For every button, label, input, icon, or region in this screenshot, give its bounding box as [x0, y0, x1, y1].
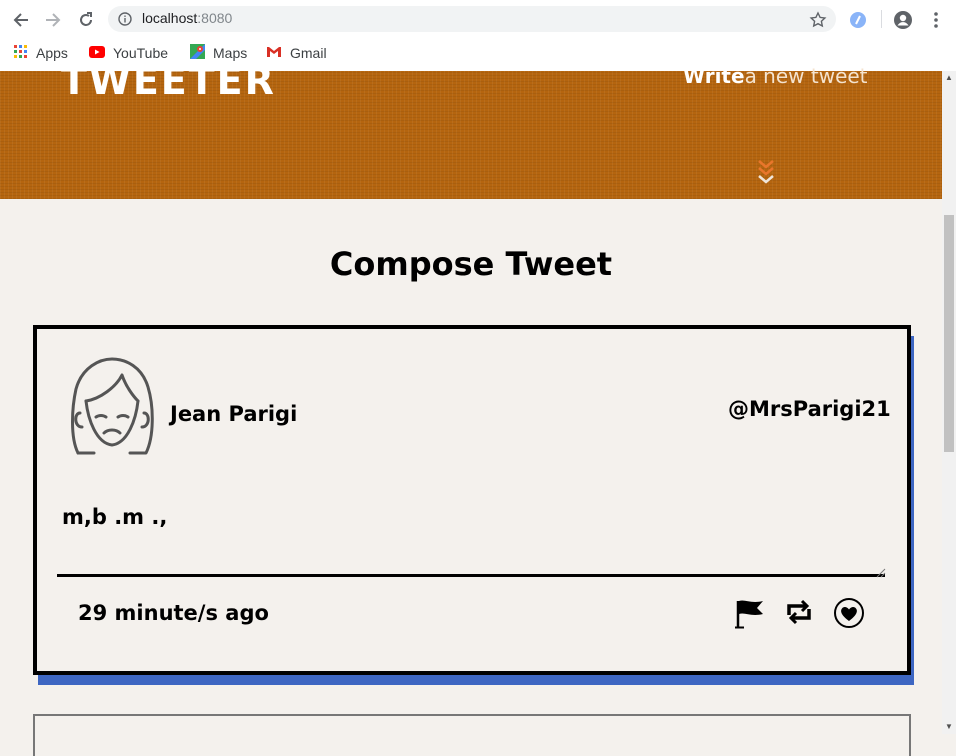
write-label-bold: Write: [683, 64, 745, 88]
bookmark-label: Gmail: [290, 45, 327, 61]
forward-arrow-icon: [46, 13, 61, 27]
toolbar-divider: [881, 10, 882, 28]
kebab-menu-icon: [934, 12, 938, 28]
double-chevron-down-icon[interactable]: [757, 159, 775, 190]
apps-grid-icon: [14, 44, 28, 62]
forward-button[interactable]: [42, 9, 64, 31]
url-port: :8080: [197, 10, 233, 26]
site-logo[interactable]: TWEETER: [61, 62, 276, 100]
flag-icon[interactable]: [733, 597, 765, 634]
reload-button[interactable]: [75, 9, 97, 31]
url-text[interactable]: localhost:8080: [142, 10, 232, 26]
back-button[interactable]: [10, 9, 32, 31]
browser-toolbar: localhost:8080: [0, 0, 956, 38]
menu-button[interactable]: [925, 9, 947, 31]
tweet-author-handle: @MrsParigi21: [728, 397, 891, 421]
bookmark-star-button[interactable]: [807, 9, 829, 31]
star-icon: [809, 11, 827, 28]
tweet-author-name: Jean Parigi: [170, 402, 298, 426]
scroll-down-arrow-icon[interactable]: ▼: [945, 722, 953, 731]
url-host: localhost: [142, 10, 198, 26]
profile-icon: [894, 11, 912, 29]
page-title: Compose Tweet: [329, 245, 613, 283]
resize-handle-icon[interactable]: [876, 565, 886, 583]
tweet-timestamp: 29 minute/s ago: [78, 601, 269, 625]
tweet-divider: [57, 574, 885, 577]
retweet-icon[interactable]: [784, 597, 814, 632]
tweet-body-text: m,b .m .,: [62, 505, 168, 529]
scroll-up-arrow-icon[interactable]: ▲: [945, 73, 953, 82]
scrollbar-thumb[interactable]: [944, 215, 954, 452]
extension-button[interactable]: [847, 9, 869, 31]
write-label-light: a new tweet: [744, 64, 868, 88]
next-tweet-card: [33, 714, 911, 756]
reload-icon: [80, 12, 92, 26]
heart-icon[interactable]: [833, 597, 865, 634]
extension-icon: [850, 12, 866, 28]
write-new-tweet-link[interactable]: Writea new tweet: [683, 64, 868, 88]
info-icon[interactable]: [118, 12, 132, 31]
profile-button[interactable]: [892, 9, 914, 31]
girl-avatar-icon: [71, 357, 154, 455]
bookmark-apps[interactable]: Apps: [14, 42, 68, 64]
back-arrow-icon: [13, 13, 28, 27]
avatar: [66, 357, 158, 466]
